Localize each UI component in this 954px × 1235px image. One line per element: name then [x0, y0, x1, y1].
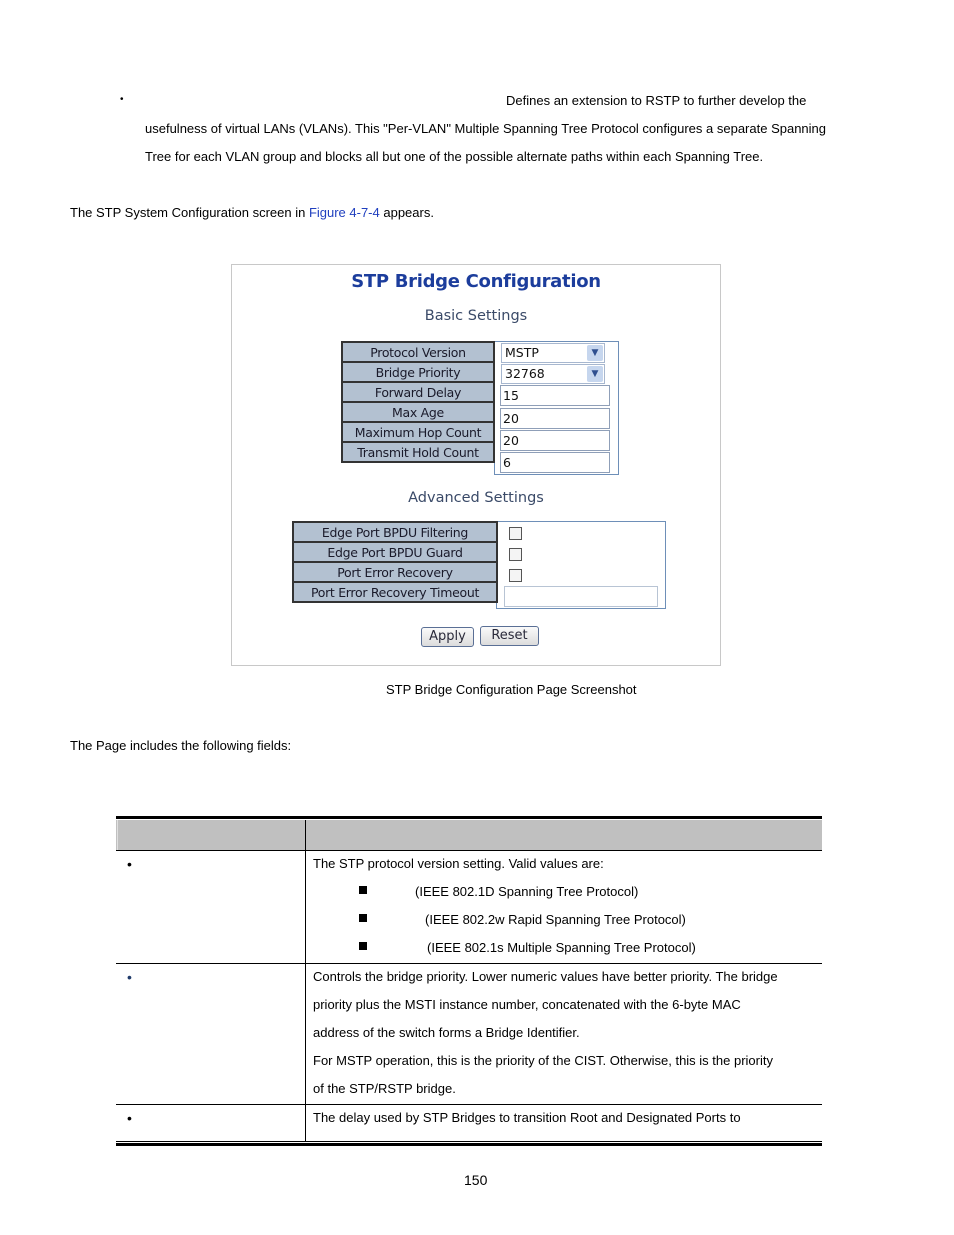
row2-description-line: address of the switch forms a Bridge Ide…	[313, 1025, 580, 1040]
table-bottom-rule-thick	[116, 1143, 822, 1146]
row1-sub-item: (IEEE 802.2w Rapid Spanning Tree Protoco…	[425, 912, 686, 927]
header-left-edge	[117, 820, 118, 850]
label-port-error-recovery-timeout: Port Error Recovery Timeout	[292, 581, 498, 603]
row-divider	[116, 1104, 822, 1105]
edge-bpdu-guard-checkbox[interactable]	[509, 548, 522, 561]
reset-button[interactable]: Reset	[480, 626, 539, 646]
header-bottom-rule	[116, 850, 822, 851]
forward-delay-input[interactable]: 15	[500, 385, 610, 406]
figure-title: STP Bridge Configuration	[351, 271, 601, 292]
port-error-recovery-checkbox[interactable]	[509, 569, 522, 582]
advanced-settings-heading: Advanced Settings	[408, 490, 544, 506]
bridge-priority-value: 32768	[505, 366, 545, 381]
row-bullet: •	[127, 969, 132, 985]
intro-bullet: •	[120, 94, 124, 105]
basic-settings-heading: Basic Settings	[424, 308, 528, 324]
basic-settings-table: Protocol Version Bridge Priority Forward…	[341, 341, 495, 463]
protocol-version-value: MSTP	[505, 345, 539, 360]
figure-caption: STP Bridge Configuration Page Screenshot	[386, 682, 637, 697]
page-number: 150	[464, 1172, 488, 1188]
fields-intro: The Page includes the following fields:	[70, 738, 292, 753]
square-bullet-icon	[359, 886, 367, 894]
advanced-settings-table: Edge Port BPDU Filtering Edge Port BPDU …	[292, 521, 498, 603]
row1-sub-item: (IEEE 802.1D Spanning Tree Protocol)	[415, 884, 639, 899]
row2-description-line: Controls the bridge priority. Lower nume…	[313, 969, 778, 984]
intro-line-2: usefulness of virtual LANs (VLANs). This…	[145, 121, 827, 136]
label-transmit-hold-count: Transmit Hold Count	[341, 441, 495, 463]
row-bullet: •	[127, 856, 132, 872]
bridge-priority-select[interactable]: 32768 ▼	[501, 364, 605, 384]
port-error-recovery-timeout-input[interactable]	[504, 586, 658, 607]
column-divider	[305, 820, 306, 1142]
edge-bpdu-filtering-checkbox[interactable]	[509, 527, 522, 540]
row2-description-line: priority plus the MSTI instance number, …	[313, 997, 741, 1012]
chevron-down-icon[interactable]: ▼	[587, 345, 603, 361]
intro-line-3: Tree for each VLAN group and blocks all …	[145, 149, 764, 164]
table-bottom-rule	[116, 1141, 822, 1142]
row-bullet: •	[127, 1110, 132, 1126]
label-edge-bpdu-filtering: Edge Port BPDU Filtering	[292, 521, 498, 543]
screen-sentence-post: appears.	[379, 205, 434, 220]
max-age-input[interactable]: 20	[500, 408, 610, 429]
square-bullet-icon	[359, 914, 367, 922]
square-bullet-icon	[359, 942, 367, 950]
label-max-age: Max Age	[341, 401, 495, 423]
figure-link[interactable]: Figure 4-7-4	[309, 205, 380, 220]
screen-sentence: The STP System Configuration screen in F…	[70, 199, 434, 227]
table-top-rule	[116, 816, 822, 819]
intro-line-1: Defines an extension to RSTP to further …	[506, 93, 807, 108]
row3-description: The delay used by STP Bridges to transit…	[313, 1110, 741, 1125]
label-max-hop-count: Maximum Hop Count	[341, 421, 495, 443]
screen-sentence-pre: The STP System Configuration screen in	[70, 205, 309, 220]
transmit-hold-count-input[interactable]: 6	[500, 452, 610, 473]
row2-description-line: of the STP/RSTP bridge.	[313, 1081, 456, 1096]
chevron-down-icon[interactable]: ▼	[587, 366, 603, 382]
apply-button[interactable]: Apply	[421, 627, 474, 647]
label-protocol-version: Protocol Version	[341, 341, 495, 363]
protocol-version-select[interactable]: MSTP ▼	[501, 343, 605, 363]
row-divider	[116, 963, 822, 964]
label-bridge-priority: Bridge Priority	[341, 361, 495, 383]
table-header	[116, 820, 822, 850]
row2-description-line: For MSTP operation, this is the priority…	[313, 1053, 773, 1068]
row1-sub-item: (IEEE 802.1s Multiple Spanning Tree Prot…	[427, 940, 696, 955]
label-edge-bpdu-guard: Edge Port BPDU Guard	[292, 541, 498, 563]
label-port-error-recovery: Port Error Recovery	[292, 561, 498, 583]
row1-description: The STP protocol version setting. Valid …	[313, 856, 604, 871]
label-forward-delay: Forward Delay	[341, 381, 495, 403]
max-hop-count-input[interactable]: 20	[500, 430, 610, 451]
stp-bridge-config-figure: STP Bridge Configuration Basic Settings …	[231, 264, 721, 666]
